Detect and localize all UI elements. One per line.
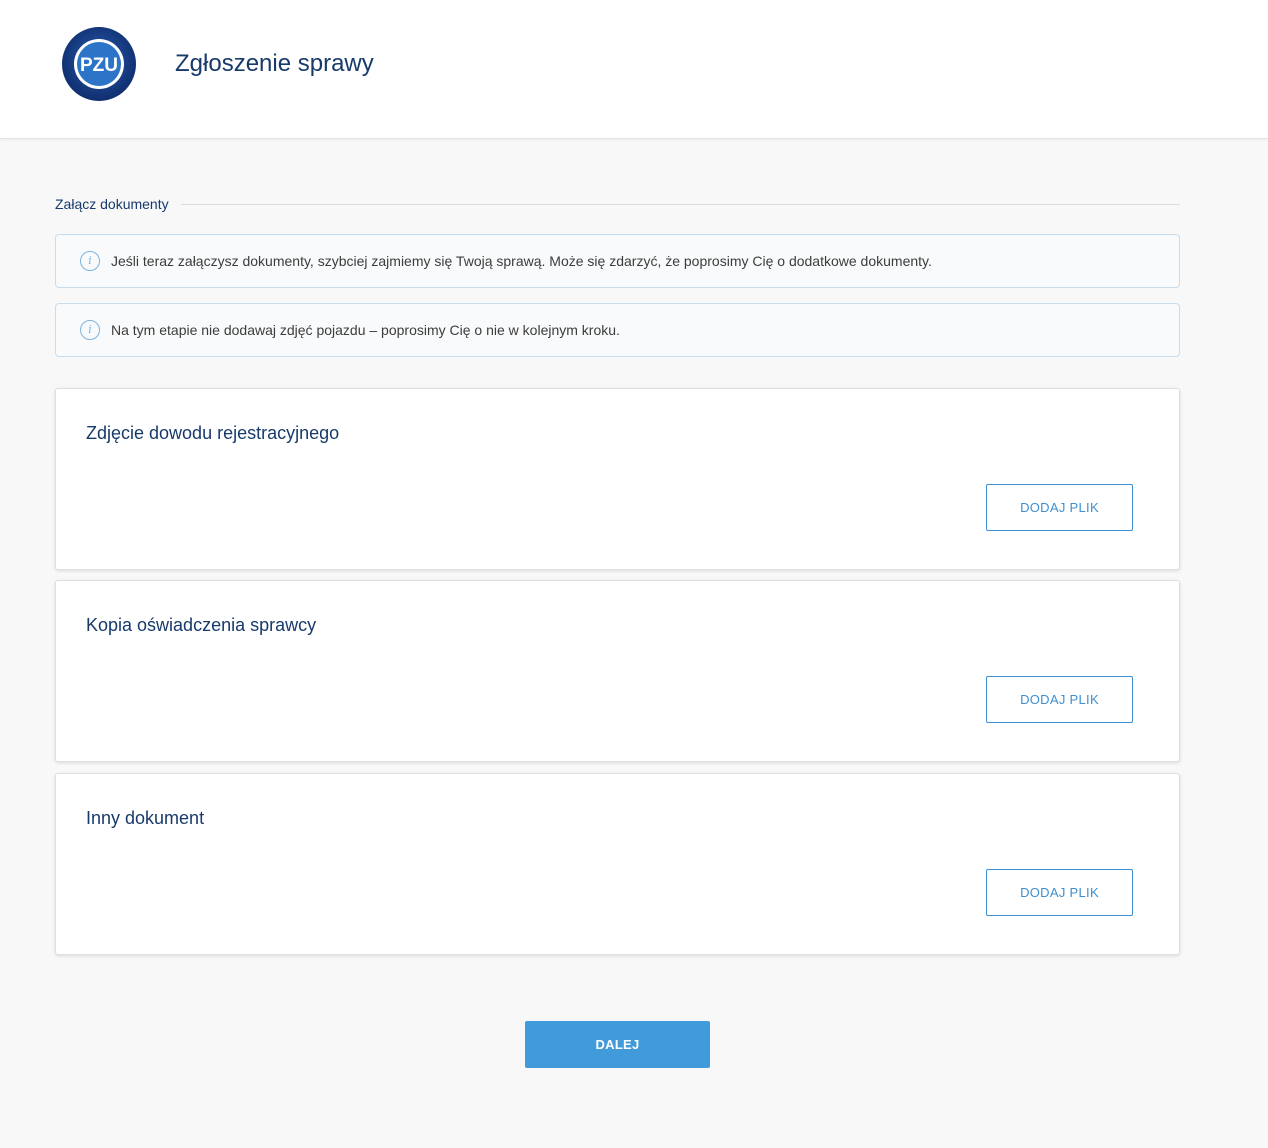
document-card-other: Inny dokument DODAJ PLIK (55, 773, 1180, 955)
info-text: Na tym etapie nie dodawaj zdjęć pojazdu … (111, 322, 620, 338)
info-text: Jeśli teraz załączysz dokumenty, szybcie… (111, 253, 932, 269)
info-icon: i (80, 320, 100, 340)
document-card-statement: Kopia oświadczenia sprawcy DODAJ PLIK (55, 580, 1180, 762)
add-file-button[interactable]: DODAJ PLIK (986, 869, 1133, 916)
info-box-documents: i Jeśli teraz załączysz dokumenty, szybc… (55, 234, 1180, 288)
logo-text: PZU (80, 55, 118, 76)
section-label: Załącz dokumenty (55, 196, 169, 212)
section-header: Załącz dokumenty (55, 194, 1180, 214)
page-header: PZU Zgłoszenie sprawy (0, 0, 1268, 139)
page-title: Zgłoszenie sprawy (175, 50, 374, 77)
info-icon: i (80, 251, 100, 271)
next-button[interactable]: DALEJ (525, 1021, 710, 1068)
pzu-logo[interactable]: PZU (61, 26, 137, 102)
info-box-vehicle-photos: i Na tym etapie nie dodawaj zdjęć pojazd… (55, 303, 1180, 357)
document-title: Zdjęcie dowodu rejestracyjnego (86, 423, 340, 443)
document-title: Inny dokument (86, 808, 205, 828)
document-card-registration: Zdjęcie dowodu rejestracyjnego DODAJ PLI… (55, 388, 1180, 570)
document-title: Kopia oświadczenia sprawcy (86, 615, 317, 635)
add-file-button[interactable]: DODAJ PLIK (986, 484, 1133, 531)
add-file-button[interactable]: DODAJ PLIK (986, 676, 1133, 723)
section-divider (180, 203, 1180, 205)
